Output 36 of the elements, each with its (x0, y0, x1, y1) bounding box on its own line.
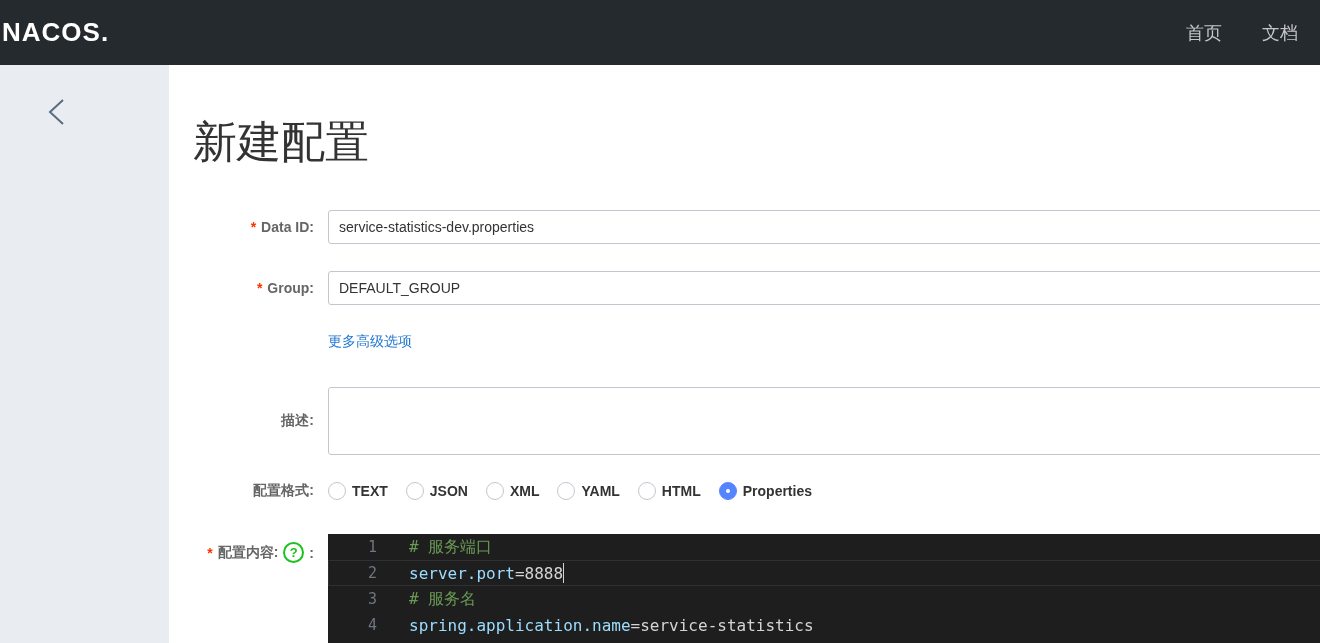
code-token: # 服务端口 (409, 536, 493, 558)
group-field[interactable]: DEFAULT_GROUP (328, 271, 1320, 305)
code-editor[interactable]: 1 # 服务端口 2 server.port=8888 3 # 服务名 4 spring.application.name=service-statistics (328, 534, 1320, 643)
code-token: spring.application.name (409, 615, 631, 635)
required-mark: * (250, 219, 257, 235)
format-radio[interactable]: Properties (718, 482, 812, 500)
nav-link[interactable]: 文档 (1262, 20, 1298, 45)
back-icon[interactable] (46, 98, 66, 126)
line-number: 2 (366, 564, 378, 582)
line-number: 3 (366, 590, 378, 608)
data-id-field[interactable]: service-statistics-dev.properties (328, 210, 1320, 244)
field-label: Data ID: (261, 219, 314, 235)
description-field[interactable] (328, 387, 1320, 455)
code-token: # 服务名 (409, 588, 477, 610)
code-token: server.port (409, 563, 515, 583)
format-radio[interactable]: XML (485, 482, 540, 500)
required-mark: * (256, 280, 263, 296)
format-radio[interactable]: JSON (405, 482, 468, 500)
field-label: Group: (267, 280, 314, 296)
page-title: 新建配置 (193, 116, 370, 168)
advanced-options-link[interactable]: 更多高级选项 (328, 333, 412, 349)
text-cursor (563, 563, 565, 583)
logo[interactable]: NACOS. (2, 17, 110, 48)
format-radio[interactable]: YAML (557, 482, 620, 500)
line-number: 1 (366, 538, 378, 556)
field-label: 配置格式: (253, 482, 314, 500)
format-radio[interactable]: HTML (637, 482, 701, 500)
format-radio[interactable]: TEXT (328, 482, 388, 500)
colon: : (309, 544, 314, 561)
required-mark: * (207, 544, 213, 561)
field-label: 描述: (281, 412, 314, 430)
line-number: 4 (366, 616, 378, 634)
code-token: =8888 (514, 563, 564, 583)
field-label: 配置内容: (217, 543, 279, 562)
nav-link[interactable]: 首页 (1186, 20, 1222, 45)
code-token: =service-statistics (630, 615, 814, 635)
